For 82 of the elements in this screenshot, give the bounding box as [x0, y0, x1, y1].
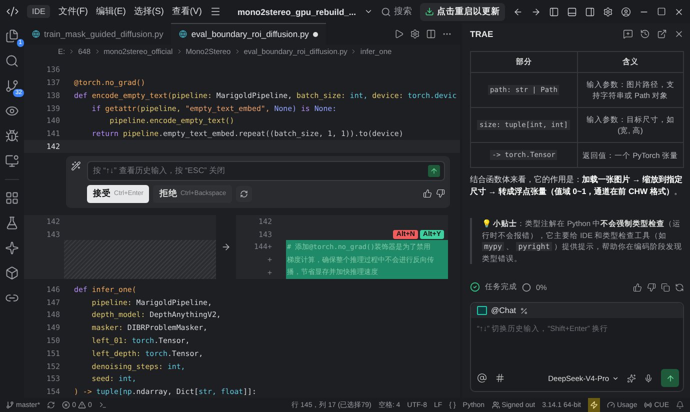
- search-button[interactable]: 搜索: [381, 5, 412, 18]
- monitor-icon[interactable]: [5, 154, 19, 168]
- sync-icon[interactable]: [47, 401, 56, 409]
- project-selector[interactable]: mono2stereo_gpu_rebuild_...: [237, 6, 356, 16]
- close-icon[interactable]: [674, 6, 684, 16]
- app-logo-icon[interactable]: [6, 5, 19, 18]
- close-icon[interactable]: [674, 29, 684, 39]
- broadcast-icon: [644, 401, 652, 409]
- menu-icon[interactable]: [210, 6, 221, 17]
- settings-icon[interactable]: [410, 28, 420, 39]
- split-editor-icon[interactable]: [426, 28, 436, 39]
- check-icon: [470, 282, 480, 292]
- chevron-right-icon: [234, 48, 241, 56]
- back-arrow-icon[interactable]: [513, 6, 523, 16]
- users-icon: [492, 401, 500, 409]
- thumbs-up-icon[interactable]: [633, 282, 642, 292]
- update-button[interactable]: 点击重启以更新: [420, 2, 505, 20]
- external-link-icon[interactable]: [657, 29, 667, 39]
- summary-text: 结合函数体来看，它的作用是：加载一张图片 → 缩放到指定尺寸 → 转成浮点张量（值域 0~1，通道在前 CHW 格式）。: [470, 174, 684, 198]
- menu-item[interactable]: 编辑(E): [96, 5, 126, 18]
- chevron-down-icon[interactable]: [364, 7, 373, 16]
- forward-arrow-icon[interactable]: [531, 6, 541, 16]
- grid-icon[interactable]: [5, 191, 19, 205]
- arrow-up-icon: [430, 166, 438, 175]
- copy-icon[interactable]: [661, 282, 670, 292]
- thumbs-up-icon[interactable]: [423, 189, 432, 198]
- chevron-right-icon: [94, 48, 101, 56]
- at-sign-icon[interactable]: [477, 373, 487, 383]
- panel-bottom-icon[interactable]: [567, 6, 577, 16]
- terminal-icon[interactable]: [98, 401, 107, 409]
- files-icon[interactable]: [5, 29, 19, 43]
- cube-icon[interactable]: [5, 266, 19, 280]
- chat-mention[interactable]: @Chat: [491, 306, 516, 315]
- warning-indicator[interactable]: [588, 398, 600, 412]
- chevron-right-icon: [176, 48, 183, 56]
- chevron-right-icon: [68, 48, 76, 56]
- refresh-icon: [240, 190, 248, 198]
- sparkle-icon[interactable]: [5, 241, 19, 255]
- menu-item[interactable]: 查看(V): [172, 5, 202, 18]
- account-icon[interactable]: [621, 6, 631, 16]
- chat-logo-icon: [477, 306, 487, 315]
- chevron-down-icon: [612, 374, 619, 382]
- editor-tab[interactable]: train_mask_guided_diffusion.py: [24, 23, 172, 45]
- warning-icon: [78, 401, 86, 409]
- panel-left-icon[interactable]: [549, 6, 559, 16]
- hash-icon[interactable]: [495, 373, 505, 383]
- percent-icon[interactable]: [520, 306, 528, 314]
- progress-ring-icon: [522, 282, 531, 292]
- send-button[interactable]: [428, 164, 440, 177]
- menu-item[interactable]: 选择(S): [134, 5, 164, 18]
- settings-icon[interactable]: [603, 6, 613, 16]
- flask-icon[interactable]: [5, 216, 19, 230]
- gauge-icon: [606, 401, 615, 409]
- regenerate-icon[interactable]: [675, 282, 684, 292]
- inline-chat-field[interactable]: 按 “↑↓” 查看历史输入，按 “ESC” 关闭: [87, 160, 445, 181]
- thumbs-down-icon[interactable]: [436, 189, 445, 198]
- panel-title: TRAE: [470, 29, 494, 39]
- wand-icon: [71, 160, 81, 171]
- menu-item[interactable]: 文件(F): [58, 5, 88, 18]
- lightning-icon: [590, 401, 598, 409]
- history-icon[interactable]: [640, 29, 650, 39]
- run-icon[interactable]: [394, 28, 404, 39]
- eye-icon[interactable]: [5, 104, 19, 118]
- regenerate-button[interactable]: [236, 186, 252, 202]
- thumbs-down-icon[interactable]: [647, 282, 656, 292]
- bell-icon[interactable]: [676, 401, 684, 409]
- bug-icon[interactable]: [5, 129, 19, 143]
- arrow-up-icon: [666, 374, 674, 382]
- search-icon[interactable]: [5, 54, 19, 68]
- panel-right-icon[interactable]: [585, 6, 595, 16]
- microphone-icon[interactable]: [644, 374, 653, 382]
- error-icon: [62, 401, 70, 409]
- maximize-icon[interactable]: [657, 7, 666, 16]
- download-icon: [425, 7, 434, 16]
- new-chat-icon[interactable]: [623, 29, 633, 39]
- chevron-right-icon: [350, 48, 358, 56]
- arrow-right-icon: [221, 242, 231, 252]
- search-icon: [381, 6, 391, 16]
- branch-icon: [6, 401, 14, 409]
- ide-badge: IDE: [27, 5, 50, 18]
- sparkles-icon[interactable]: [627, 374, 636, 382]
- send-button[interactable]: [661, 369, 679, 387]
